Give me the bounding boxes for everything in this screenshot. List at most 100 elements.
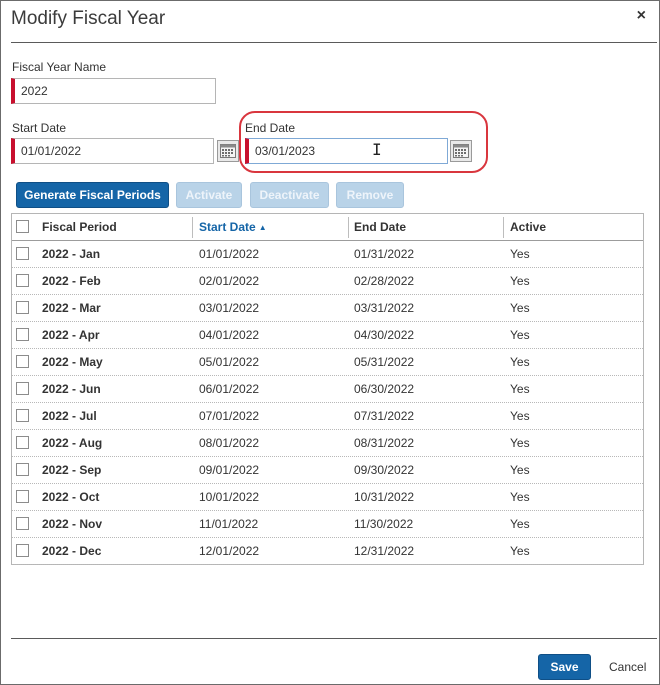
row-checkbox[interactable] <box>16 301 29 314</box>
active-cell: Yes <box>510 328 530 342</box>
start-date-label: Start Date <box>12 121 67 135</box>
end-date-cell: 11/30/2022 <box>354 517 414 531</box>
table-row[interactable]: 2022 - Mar 03/01/2022 03/31/2022 Yes <box>12 295 643 322</box>
fiscal-period-cell: 2022 - Apr <box>42 328 100 342</box>
column-divider <box>192 217 193 238</box>
table-row[interactable]: 2022 - Sep 09/01/2022 09/30/2022 Yes <box>12 457 643 484</box>
fiscal-periods-grid: Fiscal Period Start Date ▲ End Date Activ… <box>11 213 644 565</box>
save-button[interactable]: Save <box>538 654 591 680</box>
row-checkbox[interactable] <box>16 328 29 341</box>
table-row[interactable]: 2022 - Dec 12/01/2022 12/31/2022 Yes <box>12 538 643 565</box>
start-date-cell: 10/01/2022 <box>199 490 260 504</box>
start-date-cell: 11/01/2022 <box>199 517 259 531</box>
row-checkbox[interactable] <box>16 247 29 260</box>
column-divider <box>503 217 504 238</box>
select-all-checkbox[interactable] <box>16 220 29 233</box>
row-checkbox[interactable] <box>16 355 29 368</box>
end-date-cell: 05/31/2022 <box>354 355 415 369</box>
fiscal-period-cell: 2022 - Jan <box>42 247 101 261</box>
end-date-cell: 10/31/2022 <box>354 490 415 504</box>
row-checkbox[interactable] <box>16 517 29 530</box>
table-row[interactable]: 2022 - Jun 06/01/2022 06/30/2022 Yes <box>12 376 643 403</box>
end-date-cell: 01/31/2022 <box>354 247 415 261</box>
column-header-fiscal-period[interactable]: Fiscal Period <box>42 214 117 240</box>
table-row[interactable]: 2022 - Nov 11/01/2022 11/30/2022 Yes <box>12 511 643 538</box>
fiscal-period-cell: 2022 - Mar <box>42 301 101 315</box>
end-date-label: End Date <box>245 121 296 135</box>
generate-fiscal-periods-button[interactable]: Generate Fiscal Periods <box>16 182 169 208</box>
start-date-cell: 06/01/2022 <box>199 382 260 396</box>
active-cell: Yes <box>510 490 530 504</box>
start-date-cell: 07/01/2022 <box>199 409 260 423</box>
start-date-calendar-button[interactable] <box>217 140 239 162</box>
fiscal-period-cell: 2022 - Sep <box>42 463 102 477</box>
end-date-input[interactable] <box>245 138 448 164</box>
calendar-icon <box>453 144 469 158</box>
active-cell: Yes <box>510 382 530 396</box>
active-cell: Yes <box>510 409 530 423</box>
activate-button[interactable]: Activate <box>176 182 242 208</box>
close-icon[interactable]: × <box>637 7 646 25</box>
row-checkbox[interactable] <box>16 544 29 557</box>
row-checkbox[interactable] <box>16 490 29 503</box>
row-checkbox[interactable] <box>16 436 29 449</box>
end-date-cell: 03/31/2022 <box>354 301 415 315</box>
text-cursor-icon: I <box>372 140 382 159</box>
fiscal-period-cell: 2022 - Feb <box>42 274 101 288</box>
column-header-end-date[interactable]: End Date <box>354 214 406 240</box>
end-date-cell: 09/30/2022 <box>354 463 415 477</box>
table-row[interactable]: 2022 - Jan 01/01/2022 01/31/2022 Yes <box>12 241 643 268</box>
table-row[interactable]: 2022 - Oct 10/01/2022 10/31/2022 Yes <box>12 484 643 511</box>
title-divider <box>11 42 657 43</box>
start-date-cell: 02/01/2022 <box>199 274 260 288</box>
fiscal-year-name-label: Fiscal Year Name <box>12 60 107 74</box>
start-date-cell: 05/01/2022 <box>199 355 260 369</box>
active-cell: Yes <box>510 544 530 558</box>
modify-fiscal-year-dialog: Modify Fiscal Year × Fiscal Year Name St… <box>0 0 660 685</box>
start-date-cell: 08/01/2022 <box>199 436 260 450</box>
deactivate-button[interactable]: Deactivate <box>250 182 329 208</box>
column-header-start-date[interactable]: Start Date ▲ <box>199 214 267 240</box>
fiscal-period-cell: 2022 - May <box>42 355 103 369</box>
fiscal-period-cell: 2022 - Dec <box>42 544 102 558</box>
end-date-cell: 12/31/2022 <box>354 544 415 558</box>
fiscal-period-cell: 2022 - Nov <box>42 517 103 531</box>
fiscal-year-name-input[interactable] <box>11 78 216 104</box>
cancel-button[interactable]: Cancel <box>609 654 646 680</box>
end-date-cell: 07/31/2022 <box>354 409 415 423</box>
active-cell: Yes <box>510 247 530 261</box>
start-date-cell: 04/01/2022 <box>199 328 260 342</box>
row-checkbox[interactable] <box>16 382 29 395</box>
start-date-cell: 01/01/2022 <box>199 247 260 261</box>
start-date-input[interactable] <box>11 138 214 164</box>
end-date-cell: 06/30/2022 <box>354 382 415 396</box>
column-header-active[interactable]: Active <box>510 214 546 240</box>
table-row[interactable]: 2022 - Apr 04/01/2022 04/30/2022 Yes <box>12 322 643 349</box>
end-date-cell: 08/31/2022 <box>354 436 415 450</box>
fiscal-period-cell: 2022 - Jul <box>42 409 97 423</box>
row-checkbox[interactable] <box>16 463 29 476</box>
row-checkbox[interactable] <box>16 274 29 287</box>
column-header-start-date-label: Start Date <box>199 220 256 234</box>
fiscal-period-cell: 2022 - Aug <box>42 436 103 450</box>
start-date-cell: 12/01/2022 <box>199 544 260 558</box>
table-row[interactable]: 2022 - May 05/01/2022 05/31/2022 Yes <box>12 349 643 376</box>
row-checkbox[interactable] <box>16 409 29 422</box>
start-date-cell: 09/01/2022 <box>199 463 260 477</box>
remove-button[interactable]: Remove <box>336 182 404 208</box>
calendar-icon <box>220 144 236 158</box>
table-row[interactable]: 2022 - Feb 02/01/2022 02/28/2022 Yes <box>12 268 643 295</box>
active-cell: Yes <box>510 301 530 315</box>
sort-ascending-icon: ▲ <box>258 223 267 232</box>
table-row[interactable]: 2022 - Jul 07/01/2022 07/31/2022 Yes <box>12 403 643 430</box>
footer-divider <box>11 638 657 639</box>
active-cell: Yes <box>510 436 530 450</box>
end-date-calendar-button[interactable] <box>450 140 472 162</box>
table-row[interactable]: 2022 - Aug 08/01/2022 08/31/2022 Yes <box>12 430 643 457</box>
active-cell: Yes <box>510 463 530 477</box>
fiscal-period-cell: 2022 - Oct <box>42 490 100 504</box>
end-date-cell: 02/28/2022 <box>354 274 415 288</box>
end-date-cell: 04/30/2022 <box>354 328 415 342</box>
start-date-cell: 03/01/2022 <box>199 301 260 315</box>
active-cell: Yes <box>510 274 530 288</box>
